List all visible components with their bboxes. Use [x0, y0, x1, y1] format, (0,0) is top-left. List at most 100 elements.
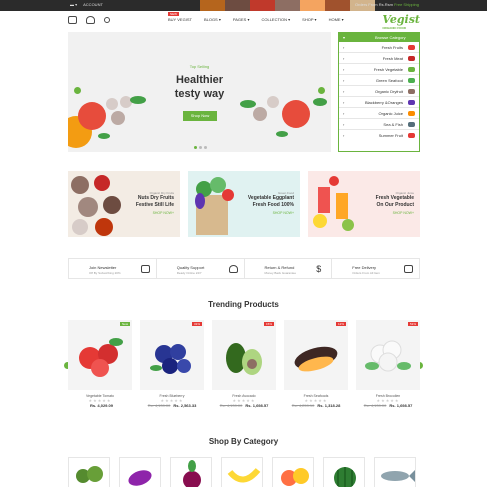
broccoli-image — [76, 466, 103, 483]
category-label: Organic Dryfruit — [374, 89, 403, 94]
current-price: Rs. 4,029.09 — [90, 403, 113, 408]
feature-subtitle: Ready Online 24/7 — [176, 271, 202, 275]
product-image[interactable]: 12% — [284, 320, 348, 390]
beet-image — [183, 460, 201, 487]
banner-title-line1: Nuts Dry Fruits — [137, 195, 174, 201]
truck-icon — [404, 265, 413, 273]
banner-shop-link[interactable]: SHOP NOW+ — [248, 211, 294, 215]
category-card-watermelon[interactable] — [323, 457, 365, 487]
nav-item-shop[interactable]: SHOP ▾ — [302, 17, 316, 22]
avocado-image — [226, 343, 262, 375]
nav-item-buy-vegist[interactable]: NEW BUY VEGIST — [168, 12, 192, 22]
logo-tagline: ORGANIC FOOD — [382, 26, 406, 30]
nav-item-pages[interactable]: PAGES ▾ — [233, 17, 250, 22]
feature-subtitle: Money Back Guarantee — [264, 271, 297, 275]
category-item[interactable]: › Organic Juice — [339, 108, 419, 119]
product-card[interactable]: 51% Fresh Brocolien ★★★★★ Rs. 4,139.00 Rs… — [356, 320, 420, 420]
product-image[interactable]: 15% — [212, 320, 276, 390]
nav-item-home[interactable]: HOME ▾ — [329, 17, 344, 22]
category-card-fish[interactable] — [374, 457, 416, 487]
banner-title-line1: Fresh Vegetable — [375, 195, 414, 201]
hero-slider: Top Selling Healthier testy way Shop Now — [68, 32, 331, 152]
hero-tag: Top Selling — [189, 64, 210, 69]
top-bar-left: ▬ ▾ ACCOUNT — [70, 2, 103, 7]
category-card-banana[interactable] — [221, 457, 263, 487]
product-image[interactable]: 31% — [140, 320, 204, 390]
main-nav: NEW BUY VEGIST BLOGS ▾ PAGES ▾ COLLECTIO… — [168, 12, 344, 22]
mail-icon — [140, 265, 150, 273]
category-item[interactable]: › Blackberry &Oranges — [339, 97, 419, 108]
feature-subtitle: Off By Subscribing 20% — [89, 271, 121, 275]
shop-by-category-list — [68, 457, 420, 487]
hero-title-line1: Healthier — [175, 74, 224, 86]
feature-title: Quality Support — [176, 265, 205, 270]
berry-icon — [408, 100, 415, 105]
category-item[interactable]: › Green Seafood — [339, 75, 419, 86]
citrus-image — [281, 468, 309, 486]
feature-title: Return & Refund — [264, 265, 295, 270]
account-link[interactable]: ACCOUNT — [83, 2, 103, 7]
promo-banner-juice[interactable]: Organic Juice Fresh Vegetable On Our Pro… — [308, 171, 420, 237]
category-card-broccoli[interactable] — [68, 457, 110, 487]
search-icon[interactable] — [104, 17, 110, 23]
promo-banner-eggplant[interactable]: Green Food Vegetable Eggplant Fresh Food… — [188, 171, 300, 237]
currency-select[interactable]: ▬ ▾ — [70, 2, 77, 7]
product-card[interactable]: 12% Fresh Seafoods ★★★★★ Rs. 4,259.10 Rs.… — [284, 320, 348, 420]
product-card[interactable]: 31% Fresh Blueberry ★★★★★ Rs. 4,139.00 Rs… — [140, 320, 204, 420]
promo-text: Orders From Rs.Rsm — [354, 2, 393, 7]
current-price: Rs. 1,698.57 — [245, 403, 269, 408]
features-strip: Join Newsletter Off By Subscribing 20% Q… — [68, 258, 420, 279]
banner-text: Green Food Vegetable Eggplant Fresh Food… — [248, 191, 294, 215]
banner-shop-link[interactable]: SHOP NOW+ — [136, 211, 174, 215]
category-card-beet[interactable] — [170, 457, 212, 487]
hero-title: Healthier testy way — [68, 73, 331, 101]
category-item[interactable]: › Sea & Fish — [339, 119, 419, 130]
hero-next-arrow[interactable] — [318, 87, 325, 94]
banner-text: Organic Dry Fruits Nuts Dry Fruits Festi… — [136, 191, 174, 215]
slider-dot[interactable] — [199, 146, 202, 149]
category-card-onion[interactable] — [119, 457, 161, 487]
nav-item-blogs[interactable]: BLOGS ▾ — [204, 17, 221, 22]
product-price: Rs. 4,139.00 Rs. 2,563.33 — [140, 403, 204, 408]
old-price: Rs. 4,139.00 — [363, 403, 387, 408]
juice-icon — [408, 111, 415, 116]
banner-shop-link[interactable]: SHOP NOW+ — [376, 211, 414, 215]
banner-text: Organic Juice Fresh Vegetable On Our Pro… — [376, 191, 414, 215]
banana-image — [227, 467, 261, 483]
vegetable-icon — [408, 67, 415, 72]
feature-delivery: Free Delivery Orders From All Item — [332, 259, 419, 278]
slider-dot[interactable] — [204, 146, 207, 149]
feature-title: Free Delivery — [352, 265, 377, 270]
browse-category-header[interactable]: ▾ Browse Category — [339, 33, 419, 42]
promo-banner-dry-fruits[interactable]: Organic Dry Fruits Nuts Dry Fruits Festi… — [68, 171, 180, 237]
logo[interactable]: Vegist ORGANIC FOOD — [382, 13, 420, 30]
product-card[interactable]: 15% Fresh Avocado ★★★★★ Rs. 4,139.00 Rs. … — [212, 320, 276, 420]
compare-icon[interactable] — [68, 16, 77, 24]
feature-newsletter: Join Newsletter Off By Subscribing 20% — [69, 259, 157, 278]
header: NEW BUY VEGIST BLOGS ▾ PAGES ▾ COLLECTIO… — [68, 11, 420, 31]
product-card[interactable]: New Vegetable Tomato ★★★★★ Rs. 4,029.09 — [68, 320, 132, 420]
cauliflower-image — [365, 340, 411, 372]
slider-dots — [194, 146, 207, 149]
category-item[interactable]: › Fresh Vegetable — [339, 64, 419, 75]
trending-products: New Vegetable Tomato ★★★★★ Rs. 4,029.09 … — [68, 320, 420, 420]
product-image[interactable]: 51% — [356, 320, 420, 390]
category-card-citrus[interactable] — [272, 457, 314, 487]
hero-shop-now-button[interactable]: Shop Now — [183, 111, 217, 121]
nav-label: COLLECTION — [261, 17, 288, 22]
top-bar: ▬ ▾ ACCOUNT Orders From Rs.Rsm Free Ship… — [0, 0, 487, 11]
current-price: Rs. 1,698.57 — [389, 403, 413, 408]
category-item[interactable]: › Summer Fruit — [339, 130, 419, 141]
category-item[interactable]: › Fresh Fruits — [339, 42, 419, 53]
top-bar-pattern — [200, 0, 375, 11]
nav-label: PAGES — [232, 17, 247, 22]
category-item[interactable]: › Organic Dryfruit — [339, 86, 419, 97]
product-image[interactable]: New — [68, 320, 132, 390]
hero-prev-arrow[interactable] — [74, 87, 81, 94]
category-item[interactable]: › Fresh Meat — [339, 53, 419, 64]
slider-dot[interactable] — [194, 146, 197, 149]
nav-item-collection[interactable]: COLLECTION ▾ — [261, 17, 290, 22]
blueberry-image — [150, 344, 191, 374]
promo-highlight: Free Shipping — [394, 2, 419, 7]
wishlist-icon[interactable] — [86, 16, 95, 24]
